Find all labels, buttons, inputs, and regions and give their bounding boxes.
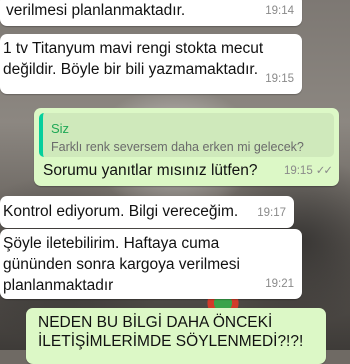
message-time: 19:15 [283, 165, 313, 177]
message-bubble-outgoing[interactable]: Siz Farklı renk seversem daha erken mi g… [34, 108, 339, 186]
message-text: Sorumu yanıtlar mısınız lütfen? [43, 162, 258, 179]
message-text-line: planlanmaktadır [3, 277, 114, 294]
message-text-line: İLETİŞİMLERİMDE SÖYLENMEDİ?!?! [38, 333, 304, 350]
message-time: 19:21 [265, 278, 294, 290]
message-bubble-incoming[interactable]: Kontrol ediyorum. Bilgi vereceğim. 19:17 [0, 196, 294, 228]
message-bubble-incoming[interactable]: verilmesi planlanmaktadır. 19:14 [0, 0, 302, 26]
message-bubble-outgoing[interactable]: NEDEN BU BİLGİ DAHA ÖNCEKİ İLETİŞİMLERİM… [26, 308, 326, 364]
message-time: 19:15 [265, 73, 294, 85]
message-text-line: NEDEN BU BİLGİ DAHA ÖNCEKİ [38, 314, 273, 331]
quoted-author: Siz [51, 121, 70, 136]
quoted-message[interactable]: Siz Farklı renk seversem daha erken mi g… [39, 113, 334, 157]
message-bubble-incoming[interactable]: Şöyle iletebilirim. Haftaya cuma gününde… [0, 229, 302, 299]
message-bubble-incoming[interactable]: 1 tv Titanyum mavi rengi stokta mecut de… [0, 34, 302, 94]
message-text-line: gününden sonra kargoya verilmesi [3, 256, 240, 273]
message-time: 19:14 [265, 5, 294, 17]
message-text: Kontrol ediyorum. Bilgi vereceğim. [3, 203, 239, 220]
read-receipt-icon: ✓✓ [315, 165, 333, 177]
message-text-line: Şöyle iletebilirim. Haftaya cuma [3, 235, 220, 252]
message-time: 19:17 [257, 207, 286, 219]
message-text-line: değildir. Böyle bir bili yazmamaktadır. [3, 61, 259, 78]
message-text: verilmesi planlanmaktadır. [6, 2, 186, 19]
message-time-status: 19:15 ✓✓ [283, 161, 333, 182]
quoted-text: Farklı renk seversem daha erken mi gelec… [51, 140, 304, 154]
message-text-line: 1 tv Titanyum mavi rengi stokta mecut [3, 40, 264, 57]
